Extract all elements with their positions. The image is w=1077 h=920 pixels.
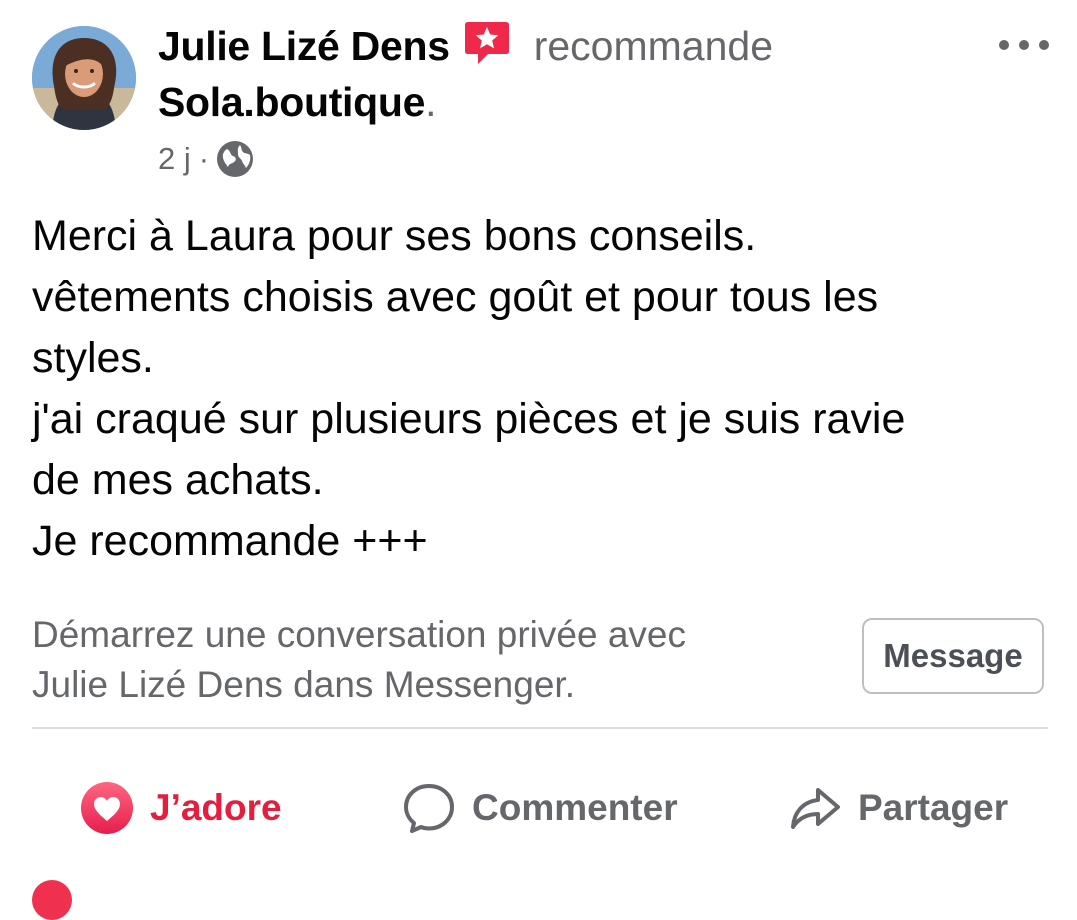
post-body-line: vêtements choisis avec goût et pour tous… (32, 273, 879, 321)
comment-button[interactable]: Commenter (402, 770, 678, 846)
share-arrow-icon (791, 788, 840, 829)
post-meta: 2 j · (158, 138, 254, 180)
post-body: Merci à Laura pour ses bons conseils. vê… (32, 206, 1042, 572)
more-dot (999, 40, 1009, 50)
action-verb: recommande (533, 22, 773, 69)
comment-label: Commenter (472, 787, 678, 828)
recommendation-post: Julie Lizé Dens recommande Sola.boutique… (0, 0, 1077, 920)
love-button[interactable]: J’adore (80, 770, 282, 846)
message-button[interactable]: Message (862, 618, 1044, 694)
post-body-line: styles. (32, 334, 154, 382)
post-body-line: Merci à Laura pour ses bons conseils. (32, 212, 757, 260)
avatar-photo (32, 26, 136, 130)
share-button[interactable]: Partager (788, 770, 1008, 846)
post-header-line-1: Julie Lizé Dens recommande (158, 18, 773, 74)
post-timestamp[interactable]: 2 j (158, 141, 191, 177)
more-dot (1019, 40, 1029, 50)
author-name[interactable]: Julie Lizé Dens (158, 23, 450, 70)
share-label: Partager (858, 787, 1009, 828)
messenger-prompt-line: Démarrez une conversation privée avec (32, 614, 686, 655)
comment-bubble-icon (404, 784, 454, 833)
messenger-prompt-line: Julie Lizé Dens dans Messenger. (32, 664, 575, 705)
messenger-prompt: Démarrez une conversation privée avec Ju… (32, 610, 832, 710)
page-name-link[interactable]: Sola.boutique (158, 79, 425, 126)
recommend-icon (464, 22, 509, 64)
post-body-line: de mes achats. (32, 456, 324, 504)
heart-icon (81, 782, 133, 834)
more-dot (1039, 40, 1049, 50)
globe-icon (217, 141, 254, 177)
love-label: J’adore (150, 787, 282, 828)
post-header-line-2: Sola.boutique. (158, 74, 437, 130)
divider (32, 727, 1048, 729)
meta-separator: · (198, 141, 210, 176)
author-avatar[interactable] (32, 26, 136, 130)
more-options-icon[interactable] (999, 34, 1049, 56)
next-item-reaction-icon (32, 880, 72, 920)
post-body-line: Je recommande +++ (32, 517, 428, 565)
page-name-suffix: . (425, 78, 437, 125)
post-body-line: j'ai craqué sur plusieurs pièces et je s… (32, 395, 906, 443)
